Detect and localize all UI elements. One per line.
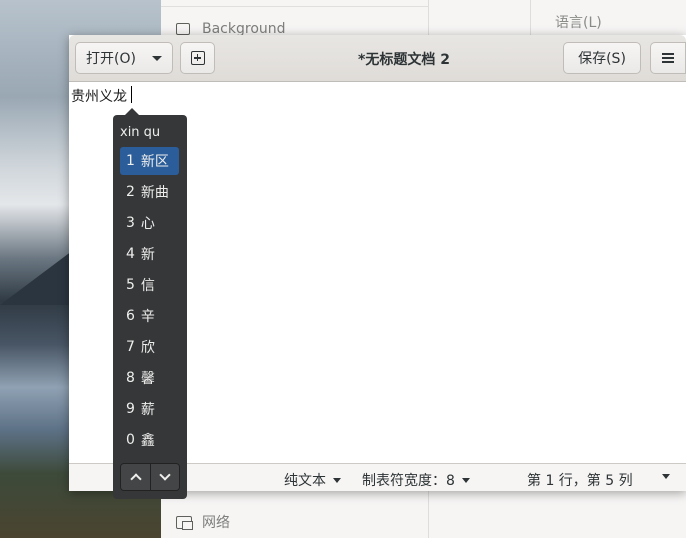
- candidate-text: 欣: [140, 340, 155, 356]
- candidate-text: 馨: [140, 371, 155, 387]
- open-button[interactable]: 打开(O): [75, 42, 173, 74]
- background-icon: [176, 23, 190, 35]
- page-up-button[interactable]: [121, 464, 150, 490]
- ime-candidate[interactable]: 4新: [120, 240, 179, 268]
- open-button-label: 打开(O): [86, 51, 136, 67]
- language-label[interactable]: 语言(L): [555, 12, 602, 32]
- chevron-down-icon: [461, 477, 470, 483]
- page-down-button[interactable]: [150, 464, 179, 490]
- candidate-text: 新曲: [140, 185, 169, 201]
- ime-candidate[interactable]: 2 新曲: [120, 178, 179, 206]
- tab-width-label: 制表符宽度：8: [362, 473, 455, 489]
- new-tab-icon: [190, 51, 205, 65]
- syntax-selector[interactable]: 纯文本: [284, 470, 341, 490]
- candidate-text: 心: [140, 216, 155, 232]
- candidate-number: 4: [126, 246, 135, 262]
- ime-preedit: xin qu: [120, 125, 161, 140]
- candidate-text: 信: [140, 278, 155, 294]
- network-icon: [176, 515, 193, 530]
- chevron-up-icon: [129, 473, 142, 485]
- candidate-text: 新: [140, 247, 155, 263]
- save-button[interactable]: 保存(S): [563, 42, 641, 74]
- menu-button[interactable]: [650, 42, 686, 74]
- ime-candidate[interactable]: 3心: [120, 209, 179, 237]
- sidebar-item-label: 网络: [202, 515, 230, 531]
- chevron-down-icon: [662, 474, 670, 479]
- new-tab-button[interactable]: [180, 42, 215, 74]
- candidate-number: 6: [126, 308, 135, 324]
- chevron-down-icon: [159, 469, 171, 481]
- ime-page-nav: [120, 463, 180, 491]
- ime-candidate[interactable]: 7欣: [120, 333, 179, 361]
- candidate-text: 薪: [140, 402, 155, 418]
- candidate-number: 3: [126, 215, 135, 231]
- status-menu-button[interactable]: [662, 474, 670, 479]
- ime-candidate-popup: xin qu 1 新区 2 新曲 3 心 4 新 5 信 6 辛 7 欣 8 馨 9 薪 0 鑫: [113, 108, 187, 499]
- document-title: *无标题文档 2: [358, 52, 450, 68]
- popup-pointer: [125, 108, 139, 115]
- candidate-number: 8: [126, 370, 135, 386]
- ime-candidate[interactable]: 6辛: [120, 302, 179, 330]
- ime-candidate[interactable]: 5信: [120, 271, 179, 299]
- ime-candidate[interactable]: 0鑫: [120, 426, 179, 454]
- tab-width-selector[interactable]: 制表符宽度：8: [362, 470, 470, 490]
- header-bar: 打开(O) *无标题文档 2 保存(S): [69, 35, 686, 82]
- candidate-text: 鑫: [140, 433, 155, 449]
- ime-candidate[interactable]: 9薪: [120, 395, 179, 423]
- candidate-number: 5: [126, 277, 135, 293]
- candidate-number: 7: [126, 339, 135, 355]
- ime-candidate[interactable]: 8馨: [120, 364, 179, 392]
- divider: [161, 6, 428, 7]
- candidate-number: 0: [126, 432, 135, 448]
- ime-candidate[interactable]: 1 新区: [120, 147, 179, 175]
- candidate-number: 2: [126, 184, 135, 200]
- candidate-text: 新区: [140, 154, 169, 170]
- chevron-down-icon: [152, 55, 162, 61]
- candidate-number: 1: [126, 153, 135, 169]
- cursor-position-selector[interactable]: 第 1 行，第 5 列: [527, 470, 633, 490]
- divider: [530, 0, 531, 36]
- candidate-text: 辛: [140, 309, 155, 325]
- cursor-position-label: 第 1 行，第 5 列: [527, 473, 633, 489]
- hamburger-menu-icon: [662, 53, 674, 63]
- syntax-label: 纯文本: [284, 473, 326, 489]
- chevron-down-icon: [333, 477, 341, 483]
- editor-text: 贵州义龙: [71, 89, 127, 105]
- text-cursor: [131, 86, 132, 103]
- sidebar-item-network[interactable]: 网络: [176, 512, 230, 532]
- candidate-number: 9: [126, 401, 135, 417]
